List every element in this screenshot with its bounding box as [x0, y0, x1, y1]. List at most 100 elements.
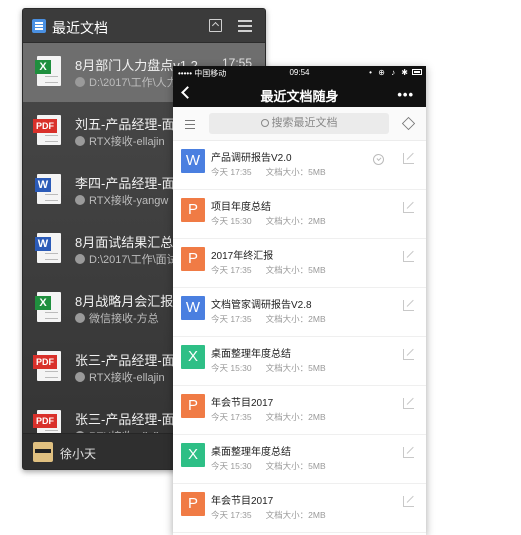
search-input[interactable]: 搜索最近文档 [209, 113, 389, 134]
nav-bar: 最近文档随身 ••• [173, 80, 426, 107]
word-file-icon: W [35, 233, 61, 263]
share-icon[interactable] [403, 250, 414, 262]
cube-icon[interactable] [401, 116, 416, 131]
file-meta: 今天 17:35 文档大小：2MB [211, 313, 340, 325]
pdf-file-icon: PDF [33, 351, 61, 381]
page-title: 最近文档随身 [260, 89, 339, 104]
file-name: 桌面整理年度总结 [211, 447, 291, 458]
list-item[interactable]: P 年会节目2017 今天 17:35 文档大小：2MB [173, 386, 426, 435]
desktop-window-title: 最近文档 [52, 20, 108, 36]
file-date: 今天 15:30 [211, 363, 252, 373]
folder-path-icon [75, 254, 85, 264]
status-icons: • ⊕ ♪ ✱ [369, 68, 410, 77]
username-label: 徐小天 [60, 447, 97, 461]
search-placeholder: 搜索最近文档 [271, 117, 338, 129]
pdf-file-icon: PDF [33, 410, 61, 435]
status-bar: ••••• 中国移动 09:54 • ⊕ ♪ ✱ [173, 66, 426, 80]
file-source-text: RTX接收-yangw [89, 195, 169, 207]
file-size: 文档大小：2MB [265, 412, 326, 422]
menu-icon[interactable] [185, 120, 195, 129]
file-source: RTX接收-ellajin [75, 133, 165, 149]
file-name: 文档管家调研报告V2.8 [211, 300, 312, 311]
file-meta: 今天 15:30 文档大小：2MB [211, 215, 340, 227]
file-size: 文档大小：5MB [265, 461, 326, 471]
collapse-button[interactable] [209, 19, 222, 32]
file-source-text: D:\2017\工作\面试 [89, 254, 178, 266]
file-name: 李四-产品经理-面试 [75, 176, 188, 191]
file-name: 年会节目2017 [211, 398, 274, 409]
share-icon[interactable] [403, 348, 414, 360]
file-meta: 今天 15:30 文档大小：5MB [211, 362, 340, 374]
share-icon[interactable] [403, 201, 414, 213]
file-date: 今天 17:35 [211, 167, 252, 177]
file-source: D:\2017\工作\面试 [75, 251, 178, 267]
share-icon[interactable] [403, 446, 414, 458]
file-source: RTX接收-ellajin [75, 369, 165, 385]
chevron-up-icon [211, 21, 220, 30]
file-size: 文档大小：5MB [265, 265, 326, 275]
file-meta: 今天 17:35 文档大小：5MB [211, 264, 340, 276]
list-item[interactable]: P 2017年终汇报 今天 17:35 文档大小：5MB [173, 239, 426, 288]
rtx-icon [75, 195, 85, 205]
file-type-icon: W [181, 149, 205, 173]
file-source-text: RTX接收-ellajin [89, 372, 165, 384]
list-item[interactable]: W 文档管家调研报告V2.8 今天 17:35 文档大小：2MB [173, 288, 426, 337]
app-logo-icon [32, 19, 46, 33]
battery-icon [412, 69, 422, 75]
file-name: 张三-产品经理-面试 [75, 412, 188, 427]
share-icon[interactable] [403, 397, 414, 409]
file-size: 文档大小：2MB [265, 314, 326, 324]
rtx-icon [75, 372, 85, 382]
file-meta: 今天 15:30 文档大小：5MB [211, 460, 340, 472]
file-name: 张三-产品经理-面试 [75, 353, 188, 368]
avatar[interactable] [33, 442, 53, 462]
file-source: D:\2017\工作\人力 [75, 74, 178, 90]
list-item[interactable]: X 桌面整理年度总结今天 15:30 文档大小：5MB [173, 337, 426, 386]
list-item[interactable]: P 项目年度总结 今天 15:30 文档大小：2MB [173, 190, 426, 239]
file-name: 桌面整理年度总结 [211, 349, 291, 360]
file-type-icon: P [181, 247, 205, 271]
desktop-title-bar: 最近文档 [23, 9, 265, 43]
search-bar: 搜索最近文档 [173, 107, 426, 141]
share-icon[interactable] [403, 495, 414, 507]
file-name: 产品调研报告V2.0 [211, 153, 292, 164]
word-file-icon: W [35, 174, 61, 204]
file-date: 今天 17:35 [211, 412, 252, 422]
search-icon [260, 119, 269, 127]
file-type-icon: X [181, 345, 205, 369]
file-source: 微信接收-方总 [75, 310, 159, 326]
file-name: 8月面试结果汇总 [75, 235, 174, 250]
file-size: 文档大小：2MB [265, 216, 326, 226]
file-name: 2017年终汇报 [211, 251, 274, 262]
file-source-text: D:\2017\工作\人力 [89, 77, 178, 89]
file-date: 今天 15:30 [211, 461, 252, 471]
file-meta: 今天 17:35 文档大小：2MB [211, 411, 340, 423]
mobile-app-window: ••••• 中国移动 09:54 • ⊕ ♪ ✱ 最近文档随身 ••• 搜索最近… [173, 66, 426, 535]
file-source-text: 微信接收-方总 [89, 313, 159, 325]
file-type-icon: P [181, 394, 205, 418]
file-type-icon: P [181, 198, 205, 222]
file-meta: 今天 17:35 文档大小：5MB [211, 166, 340, 178]
share-icon[interactable] [403, 299, 414, 311]
file-type-icon: X [181, 443, 205, 467]
wechat-icon [75, 313, 85, 323]
file-name: 年会节目2017 [211, 496, 274, 507]
file-date: 今天 15:30 [211, 216, 252, 226]
file-source: RTX接收-yangw [75, 192, 168, 208]
list-item[interactable]: X 桌面整理年度总结 今天 15:30 文档大小：5MB [173, 435, 426, 484]
mobile-file-list: W 产品调研报告V2.0 今天 17:35 文档大小：5MB P 项目年度总结 今天 15:… [173, 141, 426, 533]
excel-file-icon: X [35, 292, 61, 322]
excel-file-icon: X [35, 56, 61, 86]
list-item[interactable]: W 产品调研报告V2.0 今天 17:35 文档大小：5MB [173, 141, 426, 190]
file-meta: 今天 17:35 文档大小：2MB [211, 509, 340, 521]
pdf-file-icon: PDF [33, 115, 61, 145]
file-name: 项目年度总结 [211, 202, 271, 213]
list-item[interactable]: P 年会节目2017 今天 17:35 文档大小：2MB [173, 484, 426, 533]
file-size: 文档大小：2MB [265, 510, 326, 520]
more-button[interactable]: ••• [397, 87, 414, 102]
file-source-text: RTX接收-ellajin [89, 136, 165, 148]
menu-button[interactable] [238, 20, 252, 32]
share-icon[interactable] [403, 152, 414, 164]
check-icon[interactable] [373, 154, 384, 165]
file-date: 今天 17:35 [211, 265, 252, 275]
